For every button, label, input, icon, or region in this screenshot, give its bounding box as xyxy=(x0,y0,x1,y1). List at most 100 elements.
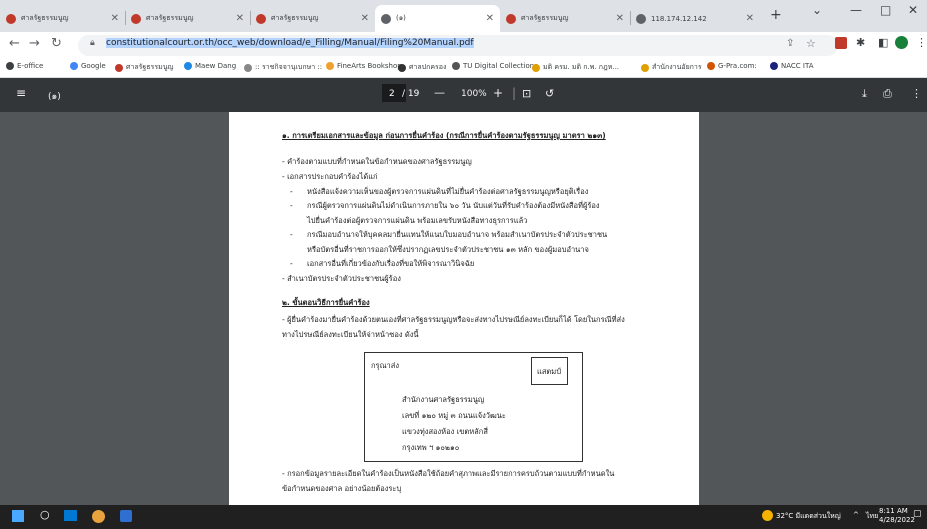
body-line: - สำเนาบัตรประจำตัวประชาชนผู้ร้อง xyxy=(282,274,401,283)
tab-favicon-icon xyxy=(131,13,141,24)
zoom-in-button[interactable]: + xyxy=(493,86,503,100)
bookmark-item[interactable]: ศาลปกครอง xyxy=(398,62,446,73)
close-window-button[interactable]: ✕ xyxy=(908,3,918,17)
rotate-icon[interactable]: ↺ xyxy=(545,87,554,100)
body-line: กรณีมอบอำนาจให้บุคคลมายื่นแทนให้แนบใบมอบ… xyxy=(307,230,608,239)
bookmark-label: FineArts Bookshop xyxy=(337,62,402,70)
body-line: - คำร้องตามแบบที่กำหนดในข้อกำหนดของศาลรั… xyxy=(282,157,472,166)
outlook-icon[interactable] xyxy=(120,510,132,522)
bookmark-icon xyxy=(707,62,715,70)
zoom-out-button[interactable]: — xyxy=(434,86,445,99)
bookmark-label: ศาลปกครอง xyxy=(409,63,447,71)
bookmark-star-icon[interactable]: ☆ xyxy=(806,37,816,50)
tab-search-icon[interactable]: ⌄ xyxy=(812,3,822,17)
envelope-address-line: สำนักงานศาลรัฐธรรมนูญ xyxy=(402,395,485,404)
fit-page-icon[interactable]: ⊡ xyxy=(522,87,531,100)
tab-close-icon[interactable]: ✕ xyxy=(236,13,244,24)
bookmark-item[interactable]: :: ราชกิจจานุเบกษา :: xyxy=(244,62,322,73)
taskview-icon[interactable] xyxy=(64,510,77,521)
tab[interactable]: (๑) ✕ xyxy=(375,5,500,32)
list-bullet: - xyxy=(290,201,293,210)
tab-favicon-icon xyxy=(256,13,266,24)
bookmark-item[interactable]: E-office xyxy=(6,62,43,70)
minimize-button[interactable]: — xyxy=(850,3,862,17)
current-page: 2 xyxy=(389,89,395,99)
total-pages: / 19 xyxy=(402,89,420,99)
lock-icon[interactable]: 🔒︎ xyxy=(90,38,95,48)
bookmark-label: Google xyxy=(81,62,106,70)
tab-close-icon[interactable]: ✕ xyxy=(616,13,624,24)
tab[interactable]: ศาลรัฐธรรมนูญ ✕ xyxy=(250,5,375,32)
bookmark-item[interactable]: NACC ITA xyxy=(770,62,814,70)
chrome-icon[interactable] xyxy=(92,510,105,523)
forward-button[interactable]: → xyxy=(29,36,40,51)
tab-close-icon[interactable]: ✕ xyxy=(361,13,369,24)
notifications-icon[interactable]: ▢ xyxy=(913,509,922,519)
extensions-puzzle-icon[interactable]: ✱ xyxy=(856,36,865,49)
sidepanel-icon[interactable]: ◧ xyxy=(878,36,888,49)
new-tab-button[interactable]: + xyxy=(770,7,782,23)
download-icon[interactable]: ⤓ xyxy=(862,87,867,101)
menu-kebab-icon[interactable]: ⋮ xyxy=(916,36,927,49)
print-icon[interactable]: ⎙ xyxy=(883,87,892,101)
bookmark-item[interactable]: Maew Dang xyxy=(184,62,236,70)
bookmark-label: E-office xyxy=(17,62,44,70)
bookmark-icon xyxy=(641,63,649,72)
tab-title: ศาลรัฐธรรมนูญ xyxy=(271,14,319,22)
bookmark-item[interactable]: สำนักงานอัยการ xyxy=(641,62,702,73)
profile-avatar[interactable] xyxy=(895,36,908,49)
clock-date[interactable]: 4/28/2022 xyxy=(879,516,915,524)
bookmark-label: G-Pra.com: xyxy=(718,62,757,70)
maximize-button[interactable]: □ xyxy=(880,3,891,17)
body-line: เอกสารอื่นที่เกี่ยวข้องกับเรื่องที่ขอให้… xyxy=(307,259,475,268)
search-icon[interactable]: ○ xyxy=(40,508,50,521)
tab-favicon-icon xyxy=(506,13,516,24)
bookmark-icon xyxy=(326,62,334,70)
bookmark-item[interactable]: ศาลรัฐธรรมนูญ xyxy=(115,62,173,73)
bookmark-icon xyxy=(532,63,540,72)
body-line: กรณีผู้ตรวจการแผ่นดินไม่ดำเนินการภายใน ๖… xyxy=(307,201,600,210)
stamp-label: แสตมป์ xyxy=(537,367,561,376)
bookmark-item[interactable]: G-Pra.com: xyxy=(707,62,757,70)
list-bullet: - xyxy=(290,187,293,196)
tab-title: ศาลรัฐธรรมนูญ xyxy=(21,14,69,22)
pdf-more-icon[interactable]: ⋮ xyxy=(911,87,922,100)
bookmark-item[interactable]: TU Digital Collections xyxy=(452,62,538,70)
tab[interactable]: ศาลรัฐธรรมนูญ ✕ xyxy=(0,5,125,32)
tab-favicon-icon xyxy=(381,13,391,24)
bookmark-icon xyxy=(115,63,123,72)
tab-close-icon[interactable]: ✕ xyxy=(111,13,119,24)
pdf-menu-icon[interactable]: ≡ xyxy=(16,86,26,100)
tab[interactable]: ศาลรัฐธรรมนูญ ✕ xyxy=(500,5,630,32)
bookmark-item[interactable]: FineArts Bookshop xyxy=(326,62,402,70)
windows-start-icon[interactable] xyxy=(12,510,24,522)
back-button[interactable]: ← xyxy=(9,36,20,51)
bookmark-item[interactable]: Google xyxy=(70,62,106,70)
section1-title: ๑. การเตรียมเอกสารและข้อมูล ก่อนการยื่นค… xyxy=(282,131,606,140)
clock-time[interactable]: 8:11 AM xyxy=(879,507,908,515)
tab[interactable]: 118.174.12.142 ✕ xyxy=(630,5,760,32)
url-text[interactable]: constitutionalcourt.or.th/occ_web/downlo… xyxy=(106,38,474,48)
bookmark-item[interactable]: มติ ครม. มติ ก.พ. กฎห... xyxy=(532,62,619,73)
envelope-address-line: แขวงทุ่งสองห้อง เขตหลักสี่ xyxy=(402,427,488,436)
bookmark-label: Maew Dang xyxy=(195,62,237,70)
weather-text[interactable]: 32°C มีแดดส่วนใหญ่ xyxy=(776,511,841,522)
url-value: constitutionalcourt.or.th/occ_web/downlo… xyxy=(106,38,474,48)
tab-close-icon[interactable]: ✕ xyxy=(746,13,754,24)
body-line: หรือบัตรอื่นที่ราชการออกให้ซึ่งปรากฏเลขป… xyxy=(307,245,589,254)
bookmark-icon xyxy=(398,63,406,72)
reload-button[interactable]: ↻ xyxy=(51,36,62,51)
bookmark-label: สำนักงานอัยการ xyxy=(652,63,702,71)
language-indicator[interactable]: ไทย xyxy=(866,511,878,522)
zoom-level[interactable]: 100% xyxy=(461,89,487,99)
tab-title: 118.174.12.142 xyxy=(651,14,707,23)
share-icon[interactable]: ⇪ xyxy=(786,38,794,49)
bookmark-icon xyxy=(70,62,78,70)
tray-chevron-icon[interactable]: ^ xyxy=(853,511,859,519)
tab[interactable]: ศาลรัฐธรรมนูญ ✕ xyxy=(125,5,250,32)
bookmark-label: ศาลรัฐธรรมนูญ xyxy=(126,63,174,71)
tab-close-icon[interactable]: ✕ xyxy=(486,13,494,24)
bookmark-icon xyxy=(6,62,14,70)
extension-icon[interactable] xyxy=(835,37,847,49)
body-line: - เอกสารประกอบคำร้องได้แก่ xyxy=(282,172,378,181)
